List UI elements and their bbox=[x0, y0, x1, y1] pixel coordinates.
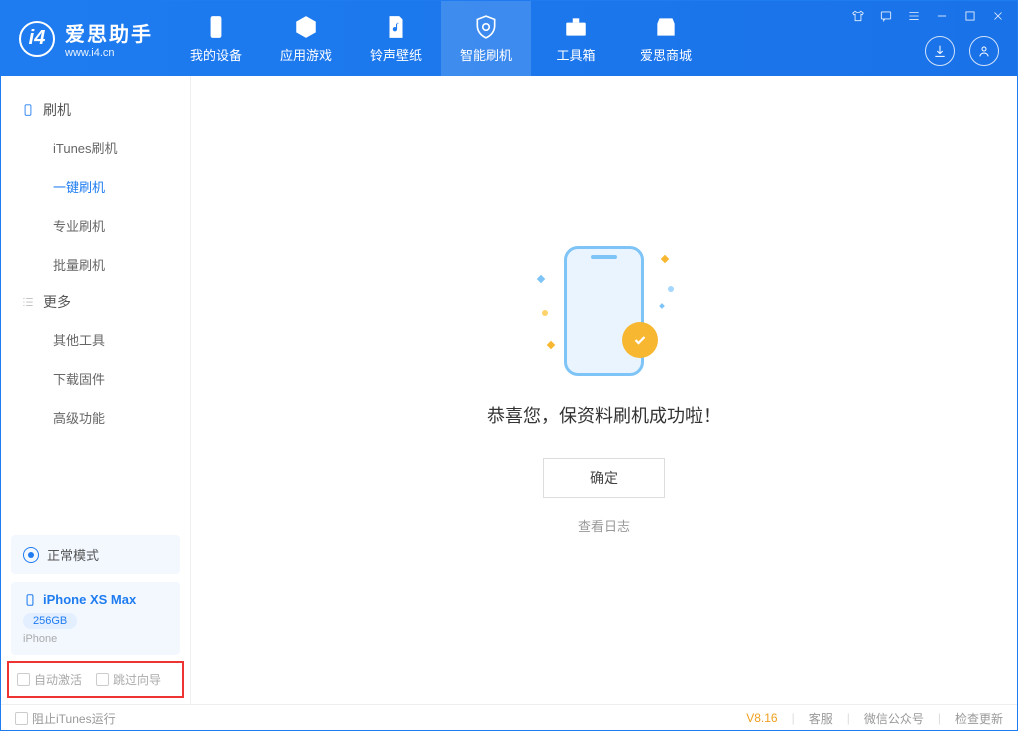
app-subtitle: www.i4.cn bbox=[65, 47, 153, 59]
success-illustration bbox=[544, 246, 664, 376]
device-type-label: iPhone bbox=[23, 633, 168, 645]
check-badge-icon bbox=[622, 322, 658, 358]
checkbox-label: 阻止iTunes运行 bbox=[32, 710, 116, 727]
download-button[interactable] bbox=[925, 36, 955, 66]
checkbox-auto-activate[interactable]: 自动激活 bbox=[17, 671, 82, 688]
nav-tab-label: 铃声壁纸 bbox=[370, 45, 422, 64]
sidebar-item-advanced[interactable]: 高级功能 bbox=[1, 398, 190, 437]
wechat-link[interactable]: 微信公众号 bbox=[864, 710, 924, 727]
sidebar-item-one-click-flash[interactable]: 一键刷机 bbox=[1, 167, 190, 206]
ok-button[interactable]: 确定 bbox=[543, 458, 665, 498]
phone-icon bbox=[202, 13, 230, 41]
nav-tab-store[interactable]: 爱思商城 bbox=[621, 1, 711, 76]
sidebar-item-download-firmware[interactable]: 下载固件 bbox=[1, 359, 190, 398]
nav-tab-ringtones-wallpapers[interactable]: 铃声壁纸 bbox=[351, 1, 441, 76]
window-controls bbox=[849, 7, 1007, 25]
nav-tab-label: 工具箱 bbox=[556, 45, 595, 64]
sidebar-item-other-tools[interactable]: 其他工具 bbox=[1, 320, 190, 359]
tshirt-icon[interactable] bbox=[849, 7, 867, 25]
device-info-box[interactable]: iPhone XS Max 256GB iPhone bbox=[11, 582, 180, 655]
header-actions bbox=[925, 36, 999, 66]
user-button[interactable] bbox=[969, 36, 999, 66]
view-log-link[interactable]: 查看日志 bbox=[578, 516, 630, 535]
shield-refresh-icon bbox=[472, 13, 500, 41]
phone-small-icon bbox=[23, 593, 37, 607]
main-content: 恭喜您，保资料刷机成功啦！ 确定 查看日志 bbox=[191, 76, 1017, 704]
sidebar-item-batch-flash[interactable]: 批量刷机 bbox=[1, 245, 190, 284]
app-title: 爱思助手 bbox=[65, 18, 153, 47]
check-update-link[interactable]: 检查更新 bbox=[955, 710, 1003, 727]
nav-tab-label: 我的设备 bbox=[190, 45, 242, 64]
nav-tab-my-device[interactable]: 我的设备 bbox=[171, 1, 261, 76]
close-button[interactable] bbox=[989, 7, 1007, 25]
device-name-label: iPhone XS Max bbox=[43, 592, 136, 607]
support-link[interactable]: 客服 bbox=[809, 710, 833, 727]
sidebar-group-label: 刷机 bbox=[43, 100, 71, 120]
maximize-button[interactable] bbox=[961, 7, 979, 25]
sidebar-item-itunes-flash[interactable]: iTunes刷机 bbox=[1, 128, 190, 167]
nav-tabs: 我的设备 应用游戏 铃声壁纸 智能刷机 工具箱 爱思商城 bbox=[171, 1, 711, 76]
checkbox-icon bbox=[17, 673, 30, 686]
nav-tab-toolbox[interactable]: 工具箱 bbox=[531, 1, 621, 76]
app-logo-icon: i4 bbox=[19, 21, 55, 57]
music-file-icon bbox=[382, 13, 410, 41]
checkbox-skip-guide[interactable]: 跳过向导 bbox=[96, 671, 161, 688]
nav-tab-label: 应用游戏 bbox=[280, 45, 332, 64]
device-icon bbox=[21, 103, 35, 117]
nav-tab-apps-games[interactable]: 应用游戏 bbox=[261, 1, 351, 76]
cube-icon bbox=[292, 13, 320, 41]
checkbox-icon bbox=[96, 673, 109, 686]
sidebar-item-pro-flash[interactable]: 专业刷机 bbox=[1, 206, 190, 245]
device-storage-badge: 256GB bbox=[23, 613, 77, 629]
minimize-button[interactable] bbox=[933, 7, 951, 25]
mode-indicator-icon bbox=[23, 547, 39, 563]
sidebar: 刷机 iTunes刷机 一键刷机 专业刷机 批量刷机 更多 其他工具 下载固件 … bbox=[1, 76, 191, 704]
nav-tab-label: 爱思商城 bbox=[640, 45, 692, 64]
flash-options-row: 自动激活 跳过向导 bbox=[7, 661, 184, 698]
menu-icon[interactable] bbox=[905, 7, 923, 25]
nav-tab-smart-flash[interactable]: 智能刷机 bbox=[441, 1, 531, 76]
status-bar: 阻止iTunes运行 V8.16 | 客服 | 微信公众号 | 检查更新 bbox=[1, 704, 1017, 731]
logo-section: i4 爱思助手 www.i4.cn bbox=[1, 1, 171, 76]
sidebar-group-label: 更多 bbox=[43, 292, 71, 312]
toolbox-icon bbox=[562, 13, 590, 41]
device-mode-box[interactable]: 正常模式 bbox=[11, 535, 180, 574]
sidebar-group-more: 更多 bbox=[1, 284, 190, 320]
checkbox-prevent-itunes[interactable]: 阻止iTunes运行 bbox=[15, 710, 116, 727]
checkbox-label: 跳过向导 bbox=[113, 671, 161, 688]
app-header: i4 爱思助手 www.i4.cn 我的设备 应用游戏 铃声壁纸 智能刷机 工具… bbox=[1, 1, 1017, 76]
device-panel: 正常模式 iPhone XS Max 256GB iPhone bbox=[1, 535, 190, 655]
nav-tab-label: 智能刷机 bbox=[460, 45, 512, 64]
version-label: V8.16 bbox=[746, 711, 777, 725]
list-icon bbox=[21, 295, 35, 309]
sidebar-group-flash: 刷机 bbox=[1, 92, 190, 128]
checkbox-label: 自动激活 bbox=[34, 671, 82, 688]
device-mode-label: 正常模式 bbox=[47, 545, 99, 564]
store-icon bbox=[652, 13, 680, 41]
feedback-icon[interactable] bbox=[877, 7, 895, 25]
checkbox-icon bbox=[15, 712, 28, 725]
success-message: 恭喜您，保资料刷机成功啦！ bbox=[487, 402, 721, 428]
